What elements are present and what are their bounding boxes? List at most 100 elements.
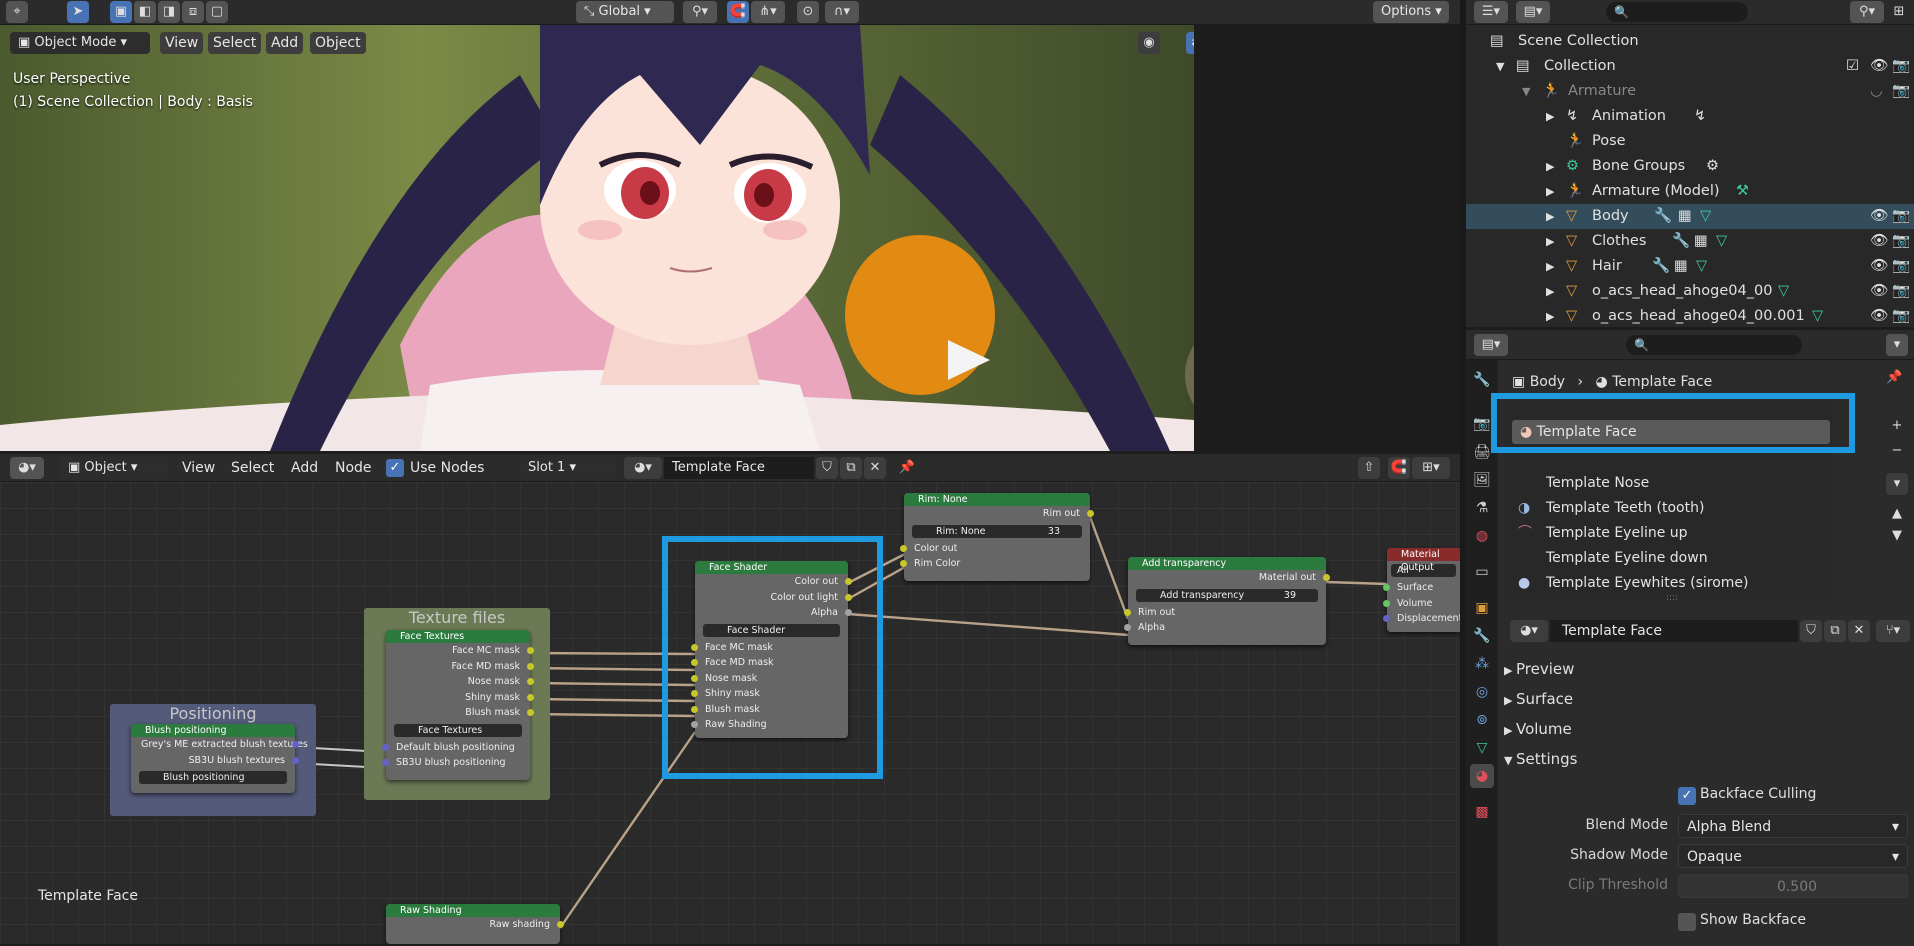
transform-orientation-dropdown[interactable]: ⤡ Global ▾ bbox=[576, 1, 674, 23]
add-transparency-in-alpha[interactable]: Alpha bbox=[1124, 620, 1326, 636]
camera-render-icon[interactable]: 📷 bbox=[1892, 204, 1910, 229]
filter-icon[interactable]: ⚲▾ bbox=[1850, 1, 1884, 23]
snap-node-icon[interactable]: 🧲 bbox=[1388, 457, 1410, 479]
world-tab-icon[interactable]: ◍ bbox=[1470, 524, 1494, 548]
select-box-icon[interactable]: ▣ bbox=[110, 1, 132, 23]
fake-user-shield-icon[interactable]: ⛉ bbox=[1800, 620, 1822, 642]
socket-icon[interactable] bbox=[1087, 510, 1094, 517]
panel-settings[interactable]: ▼ Settings bbox=[1504, 745, 1908, 773]
node-menu-select[interactable]: Select bbox=[226, 457, 279, 479]
eye-icon[interactable]: 👁 bbox=[1870, 229, 1888, 254]
face-textures-in-default[interactable]: Default blush positioning bbox=[382, 740, 530, 756]
material-tab-icon[interactable]: ◕ bbox=[1470, 764, 1494, 788]
clip-threshold-field[interactable]: 0.500 bbox=[1678, 874, 1908, 898]
material-output-in-volume[interactable]: Volume bbox=[1383, 596, 1460, 612]
properties-panel[interactable]: 🔧 📷 🖨 🖼 ⚗ ◍ ▭ ▣ 🔧 ⁂ ◎ ⊚ ▽ ◕ ▩ ▣ Body › ◕… bbox=[1466, 360, 1914, 946]
snap-target-icon[interactable]: ⋔▾ bbox=[751, 1, 785, 23]
rim-in-rim-color[interactable]: Rim Color bbox=[900, 556, 1090, 572]
eye-icon[interactable]: 👁 bbox=[1870, 204, 1888, 229]
face-textures-out-nose[interactable]: Nose mask bbox=[386, 674, 534, 690]
parent-node-icon[interactable]: ⇧ bbox=[1358, 457, 1380, 479]
duplicate-material-icon[interactable]: ⧉ bbox=[1824, 620, 1846, 642]
node-tree-icon[interactable]: ⑂▾ bbox=[1876, 620, 1910, 642]
slot-item-template-eyewhites[interactable]: ● Template Eyewhites (sirome) bbox=[1518, 571, 1749, 595]
node-mode-dropdown[interactable]: ▣ Object ▾ bbox=[60, 457, 168, 479]
select-invert-icon[interactable]: ⧈ bbox=[182, 1, 204, 23]
socket-icon[interactable] bbox=[900, 560, 907, 567]
add-transparency-group-select[interactable]: Add transparency 39 bbox=[1136, 588, 1318, 602]
modifier-tab-icon[interactable]: 🔧 bbox=[1470, 624, 1494, 648]
face-textures-group-select[interactable]: Face Textures bbox=[394, 723, 522, 737]
socket-icon[interactable] bbox=[292, 741, 299, 748]
panel-surface[interactable]: ▶ Surface bbox=[1504, 685, 1908, 713]
outliner-row-scene-collection[interactable]: ▤ Scene Collection bbox=[1466, 29, 1914, 54]
socket-icon[interactable] bbox=[527, 693, 534, 701]
checkbox-icon[interactable]: ☑ bbox=[1846, 54, 1859, 79]
eye-icon[interactable]: 👁 bbox=[1870, 54, 1888, 79]
node-material-name-field[interactable]: Template Face bbox=[664, 457, 814, 479]
node-menu-view[interactable]: View bbox=[177, 457, 220, 479]
socket-icon[interactable] bbox=[1383, 615, 1390, 622]
eye-icon[interactable]: 👁 bbox=[1870, 304, 1888, 327]
blush-positioning-group-select[interactable]: Blush positioning bbox=[139, 771, 287, 784]
view-layer-tab-icon[interactable]: 🖼 bbox=[1470, 468, 1494, 492]
viewport-menu-select[interactable]: Select bbox=[208, 32, 262, 54]
object-tab-icon[interactable]: ▣ bbox=[1470, 596, 1494, 620]
camera-render-icon[interactable]: 📷 bbox=[1892, 79, 1910, 104]
use-nodes-checkbox[interactable]: ✓ bbox=[386, 459, 404, 477]
slot-item-template-teeth[interactable]: ◑ Template Teeth (tooth) bbox=[1518, 496, 1704, 520]
eye-icon[interactable]: 👁 bbox=[1870, 254, 1888, 279]
properties-editor-type-icon[interactable]: ▤▾ bbox=[1474, 334, 1508, 356]
add-slot-icon[interactable]: + bbox=[1886, 415, 1908, 437]
socket-icon[interactable] bbox=[557, 921, 564, 928]
face-textures-in-sb3u[interactable]: SB3U blush positioning bbox=[382, 755, 530, 771]
node-blush-positioning[interactable]: Blush positioning Grey's ME extracted bl… bbox=[131, 724, 308, 793]
socket-icon[interactable] bbox=[292, 756, 299, 764]
pin-icon[interactable]: 📌 bbox=[1886, 370, 1902, 385]
mode-dropdown[interactable]: ▣ Object Mode ▾ bbox=[10, 32, 150, 54]
slot-list-resize-grip[interactable]: :::: bbox=[1666, 593, 1678, 603]
visibility-icon[interactable]: ◉ bbox=[1138, 32, 1160, 54]
face-textures-out-md[interactable]: Face MD mask bbox=[386, 659, 534, 675]
material-name-field[interactable]: Template Face bbox=[1550, 620, 1798, 642]
blush-output-sb3u[interactable]: SB3U blush textures bbox=[131, 753, 299, 769]
slot-item-template-eyeline-up[interactable]: ⌒ Template Eyeline up bbox=[1518, 521, 1688, 545]
select-cursor-icon[interactable]: ➤ bbox=[67, 1, 89, 23]
add-transparency-out[interactable]: Material out bbox=[1128, 570, 1330, 586]
blend-mode-dropdown[interactable]: Alpha Blend ▾ bbox=[1678, 814, 1908, 838]
face-textures-out-mc[interactable]: Face MC mask bbox=[386, 643, 534, 659]
new-collection-icon[interactable]: ⊞ bbox=[1888, 1, 1910, 23]
face-textures-out-shiny[interactable]: Shiny mask bbox=[386, 690, 534, 706]
duplicate-material-icon[interactable]: ⧉ bbox=[840, 457, 862, 479]
node-rim-none[interactable]: Rim: None Rim out Rim: None 33 Color out … bbox=[900, 493, 1094, 581]
slot-specials-icon[interactable]: ▾ bbox=[1886, 473, 1908, 495]
unlink-material-icon[interactable]: ✕ bbox=[864, 457, 886, 479]
face-textures-out-blush[interactable]: Blush mask bbox=[386, 705, 534, 721]
outliner-row-body[interactable]: ▶ ▽ Body 🔧 ▦ ▽ 👁 📷 bbox=[1466, 204, 1914, 229]
shadow-mode-dropdown[interactable]: Opaque ▾ bbox=[1678, 844, 1908, 868]
snap-icon[interactable]: 🧲 bbox=[727, 1, 749, 23]
gizmo-toggle-icon[interactable]: ⇄ bbox=[1186, 32, 1194, 54]
rim-none-group-select[interactable]: Rim: None 33 bbox=[912, 524, 1082, 538]
node-snap-target-icon[interactable]: ⊞▾ bbox=[1412, 457, 1450, 479]
collection-tab-icon[interactable]: ▭ bbox=[1470, 560, 1494, 584]
node-material-output[interactable]: Material Output All Surface Volume Displ… bbox=[1383, 548, 1460, 632]
viewport-menu-object[interactable]: Object bbox=[310, 32, 366, 54]
socket-icon[interactable] bbox=[527, 709, 534, 716]
socket-icon[interactable] bbox=[1383, 584, 1390, 591]
outliner-row-ahoge-001[interactable]: ▶ ▽ o_acs_head_ahoge04_00.001 ▽ 👁 📷 bbox=[1466, 304, 1914, 327]
proportional-edit-icon[interactable]: ⊙ bbox=[797, 1, 819, 23]
socket-icon[interactable] bbox=[900, 544, 907, 552]
slot-item-template-eyeline-down[interactable]: Template Eyeline down bbox=[1546, 546, 1708, 570]
slot-item-template-nose[interactable]: Template Nose bbox=[1546, 471, 1649, 495]
viewport-menu-add[interactable]: Add bbox=[266, 32, 304, 54]
outliner-row-pose[interactable]: 🏃 Pose bbox=[1466, 129, 1914, 154]
pin-icon[interactable]: 📌 bbox=[896, 457, 918, 479]
physics-tab-icon[interactable]: ◎ bbox=[1470, 680, 1494, 704]
tool-tab-icon[interactable]: 🔧 bbox=[1470, 368, 1494, 392]
node-raw-shading[interactable]: Raw Shading Raw shading bbox=[386, 904, 564, 944]
object-data-tab-icon[interactable]: ▽ bbox=[1470, 736, 1494, 760]
node-menu-node[interactable]: Node bbox=[330, 457, 377, 479]
select-extend-icon[interactable]: ◧ bbox=[134, 1, 156, 23]
socket-icon[interactable] bbox=[382, 743, 389, 751]
